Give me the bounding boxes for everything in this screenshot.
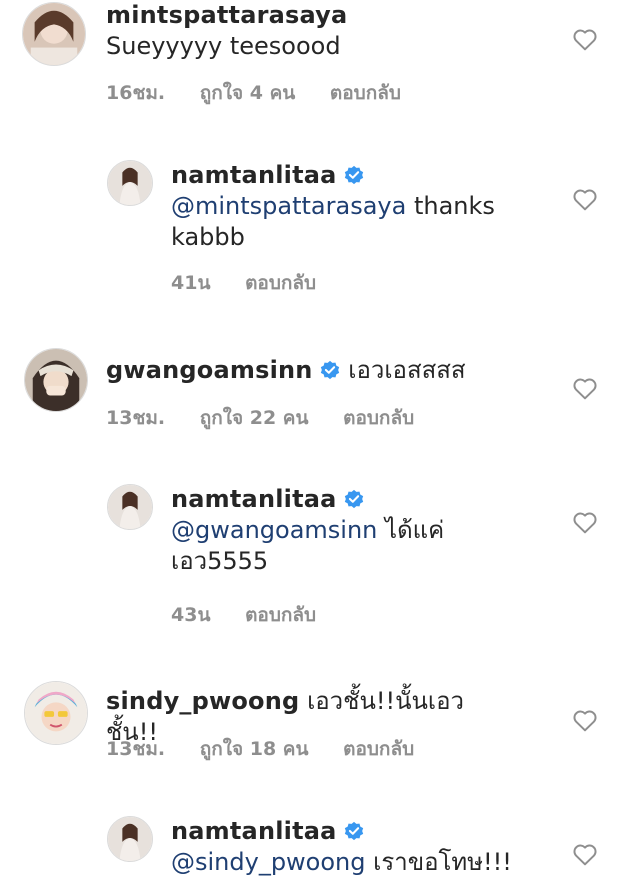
comment-body: namtanlitaa @mintspattarasaya thanks kab… [171,160,511,253]
comment-meta: 43น ตอบกลับ [171,600,344,630]
reply-comment-item: namtanlitaa @gwangoamsinn ได้แค่เอว5555 … [0,474,640,634]
comment-meta: 16ชม. ถูกใจ 4 คน ตอบกลับ [106,78,429,108]
comment-meta: 41น ตอบกลับ [171,268,344,298]
heart-outline-icon[interactable] [572,842,598,866]
comment-time: 41น [171,272,211,294]
comment-body: namtanlitaa @gwangoamsinn ได้แค่เอว5555 [171,484,471,577]
verified-badge-icon [344,821,363,841]
comment-time: 13ชม. [106,407,166,429]
comment-time: 43น [171,604,211,626]
comment-mention[interactable]: @mintspattarasaya [171,192,406,220]
comment-likes[interactable]: ถูกใจ 4 คน [200,82,296,104]
avatar[interactable] [107,816,153,862]
comment-text: Sueyyyyy teesoood [106,32,341,60]
avatar[interactable] [24,348,88,412]
avatar[interactable] [107,484,153,530]
comment-username[interactable]: namtanlitaa [171,817,337,845]
comment-mention[interactable]: @sindy_pwoong [171,848,366,876]
comment-body: namtanlitaa @sindy_pwoong เราขอโทษ!!! [171,816,551,878]
comment-body: gwangoamsinn เอวเอสสสส [106,355,486,386]
comment-text: เอวเอสสสส [348,356,466,384]
verified-badge-icon [344,489,363,509]
reply-comment-item: namtanlitaa @mintspattarasaya thanks kab… [0,150,640,300]
comment-username[interactable]: sindy_pwoong [106,687,299,715]
verified-badge-icon [320,360,339,380]
reply-button[interactable]: ตอบกลับ [245,604,316,626]
reply-button[interactable]: ตอบกลับ [330,82,401,104]
comment-item: sindy_pwoong เอวชั้น!!นั้นเอวชั้น!! 13ชม… [0,676,640,786]
avatar[interactable] [24,681,88,745]
comment-mention[interactable]: @gwangoamsinn [171,516,377,544]
comment-body: mintspattarasaya Sueyyyyy teesoood [106,0,466,62]
heart-outline-icon[interactable] [572,27,598,51]
comment-likes[interactable]: ถูกใจ 22 คน [200,407,309,429]
reply-button[interactable]: ตอบกลับ [343,407,414,429]
reply-button[interactable]: ตอบกลับ [245,272,316,294]
heart-outline-icon[interactable] [572,187,598,211]
heart-outline-icon[interactable] [572,510,598,534]
avatar[interactable] [107,160,153,206]
reply-comment-item: namtanlitaa @sindy_pwoong เราขอโทษ!!! [0,806,640,883]
avatar[interactable] [22,2,86,66]
comment-time: 16ชม. [106,82,166,104]
comment-username[interactable]: gwangoamsinn [106,356,313,384]
comment-item: gwangoamsinn เอวเอสสสส 13ชม. ถูกใจ 22 คน… [0,345,640,455]
comment-meta: 13ชม. ถูกใจ 22 คน ตอบกลับ [106,403,442,433]
comment-username[interactable]: namtanlitaa [171,485,337,513]
comment-meta: 13ชม. ถูกใจ 18 คน ตอบกลับ [106,734,442,764]
comment-likes[interactable]: ถูกใจ 18 คน [200,738,309,760]
comment-text: เราขอโทษ!!! [365,848,512,876]
comment-username[interactable]: namtanlitaa [171,161,337,189]
heart-outline-icon[interactable] [572,376,598,400]
comment-time: 13ชม. [106,738,166,760]
comment-item: mintspattarasaya Sueyyyyy teesoood 16ชม.… [0,0,640,120]
heart-outline-icon[interactable] [572,708,598,732]
reply-button[interactable]: ตอบกลับ [343,738,414,760]
comment-username[interactable]: mintspattarasaya [106,1,347,29]
verified-badge-icon [344,165,363,185]
